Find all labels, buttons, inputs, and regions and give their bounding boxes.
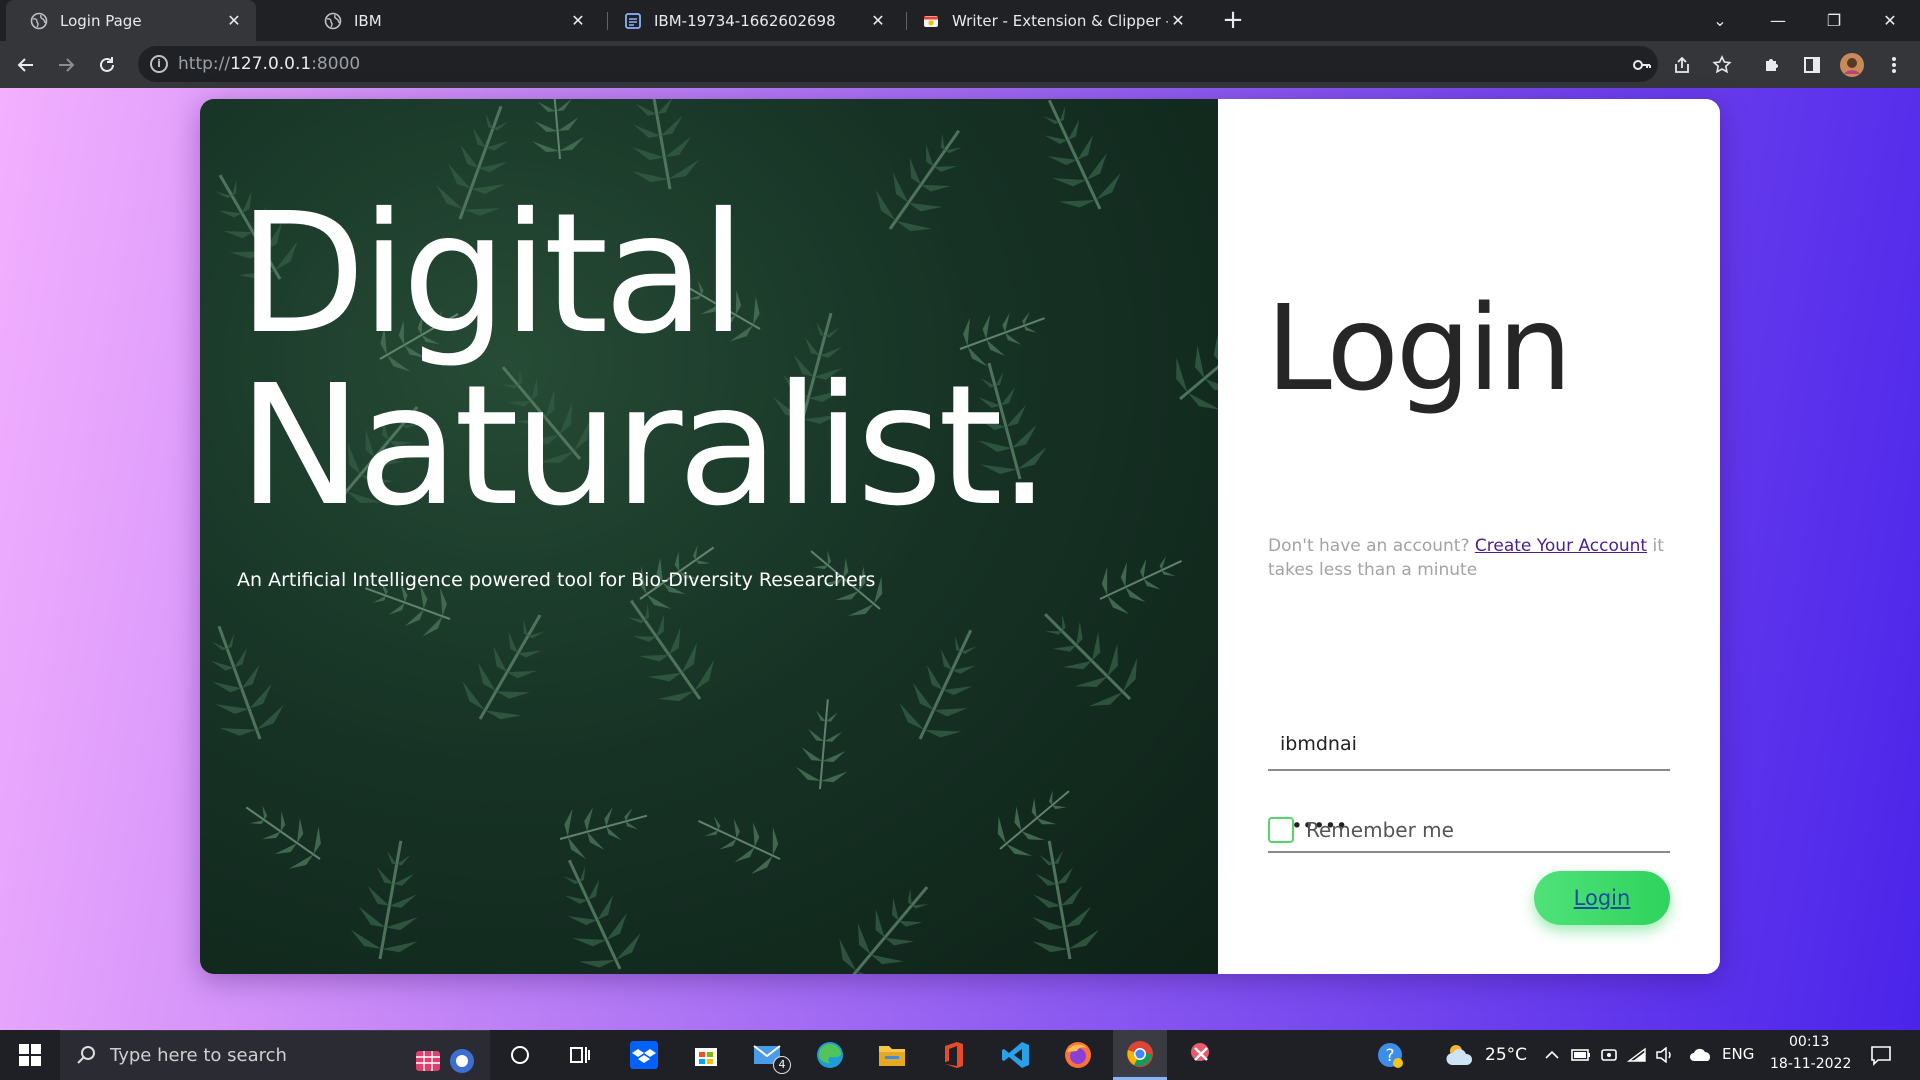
- firefox-icon[interactable]: [1051, 1030, 1105, 1080]
- tab-title: Writer - Extension & Clipper - Ch: [952, 11, 1168, 30]
- key-icon[interactable]: [1630, 53, 1654, 77]
- microsoft-store-icon[interactable]: [679, 1030, 733, 1080]
- remember-me-checkbox[interactable]: [1268, 817, 1294, 843]
- close-tab-icon[interactable]: ✕: [224, 11, 244, 31]
- tab-ibm[interactable]: IBM ✕: [300, 0, 600, 41]
- signup-prompt: Don't have an account? Create Your Accou…: [1268, 536, 1664, 580]
- create-account-link[interactable]: Create Your Account: [1475, 536, 1647, 556]
- show-hidden-icons-chevron-icon[interactable]: [1540, 1030, 1564, 1080]
- windows-taskbar: Type here to search 4 ? 25°C ENG 00:13 1…: [0, 1030, 1920, 1080]
- tab-search-chevron-icon[interactable]: ⌄: [1692, 0, 1748, 41]
- cortana-icon[interactable]: [493, 1030, 547, 1080]
- tab-login-page[interactable]: Login Page ✕: [6, 0, 256, 41]
- taskbar-search-box[interactable]: Type here to search: [60, 1030, 490, 1080]
- wifi-icon[interactable]: [1624, 1030, 1650, 1080]
- clock-time[interactable]: 00:13: [1789, 1034, 1829, 1050]
- tab-title: IBM-19734-1662602698: [654, 11, 836, 30]
- restore-button[interactable]: ❐: [1806, 0, 1862, 41]
- forward-button[interactable]: [50, 49, 82, 81]
- site-info-icon[interactable]: i: [150, 55, 168, 73]
- mail-badge: 4: [773, 1056, 791, 1074]
- tab-writer-extension[interactable]: Writer - Extension & Clipper - Ch ✕: [898, 0, 1200, 41]
- close-window-button[interactable]: ✕: [1862, 0, 1918, 41]
- battery-icon[interactable]: [1568, 1030, 1594, 1080]
- remember-me-control[interactable]: Remember me: [1268, 817, 1454, 843]
- login-form-panel: Login Don't have an account? Create Your…: [1218, 99, 1720, 974]
- chrome-icon[interactable]: [1113, 1030, 1167, 1080]
- profile-avatar[interactable]: [1840, 53, 1864, 77]
- start-button[interactable]: [0, 1030, 60, 1080]
- hero-title-line2: Naturalist.: [238, 350, 1051, 543]
- hero-panel: Digital Naturalist. An Artificial Intell…: [200, 99, 1218, 974]
- tab-title: Login Page: [60, 11, 142, 30]
- minimize-button[interactable]: —: [1750, 0, 1806, 41]
- browser-tab-strip: Login Page ✕ IBM ✕ IBM-19734-1662602698 …: [0, 0, 1920, 41]
- bookmark-star-icon[interactable]: [1710, 53, 1734, 77]
- dropbox-icon[interactable]: [617, 1030, 671, 1080]
- reload-button[interactable]: [91, 49, 123, 81]
- address-bar[interactable]: i http://127.0.0.1:8000: [138, 46, 1658, 82]
- search-placeholder: Type here to search: [110, 1045, 287, 1066]
- search-icon: [77, 1046, 95, 1064]
- close-tab-icon[interactable]: ✕: [568, 11, 588, 31]
- browser-toolbar: i http://127.0.0.1:8000: [0, 41, 1920, 88]
- windows-logo-icon: [19, 1044, 41, 1066]
- input-language[interactable]: ENG: [1722, 1045, 1754, 1063]
- vscode-icon[interactable]: [989, 1030, 1043, 1080]
- task-view-icon[interactable]: [553, 1030, 607, 1080]
- hero-title: Digital Naturalist.: [238, 178, 1051, 543]
- new-tab-button[interactable]: +: [1220, 7, 1246, 34]
- login-heading: Login: [1266, 279, 1572, 417]
- writer-icon: [922, 12, 940, 30]
- close-tab-icon[interactable]: ✕: [868, 11, 888, 31]
- onedrive-cloud-icon[interactable]: [1686, 1030, 1716, 1080]
- login-card: Digital Naturalist. An Artificial Intell…: [200, 99, 1720, 974]
- help-icon[interactable]: ?: [1370, 1030, 1410, 1080]
- hero-title-line1: Digital: [238, 178, 746, 371]
- globe-icon: [30, 12, 48, 30]
- weather-cloud-sun-icon[interactable]: [1440, 1030, 1480, 1080]
- search-highlight-icon: [416, 1049, 474, 1073]
- mail-icon[interactable]: 4: [741, 1030, 795, 1080]
- page-background: Digital Naturalist. An Artificial Intell…: [0, 88, 1920, 1030]
- login-submit-button[interactable]: Login: [1534, 871, 1670, 925]
- tab-ibm-document[interactable]: IBM-19734-1662602698 ✕: [600, 0, 900, 41]
- globe-icon: [324, 12, 342, 30]
- weather-temperature[interactable]: 25°C: [1485, 1045, 1527, 1065]
- url-text[interactable]: http://127.0.0.1:8000: [178, 54, 360, 74]
- tab-title: IBM: [354, 11, 382, 30]
- side-panel-icon[interactable]: [1800, 53, 1824, 77]
- snipping-tool-icon[interactable]: [1175, 1030, 1229, 1080]
- document-icon: [624, 12, 642, 30]
- extensions-puzzle-icon[interactable]: [1760, 53, 1784, 77]
- back-button[interactable]: [10, 49, 42, 81]
- browser-menu-icon[interactable]: [1882, 53, 1906, 77]
- share-icon[interactable]: [1670, 53, 1694, 77]
- meet-now-icon[interactable]: [1596, 1030, 1622, 1080]
- volume-icon[interactable]: [1652, 1030, 1678, 1080]
- file-explorer-icon[interactable]: [865, 1030, 919, 1080]
- edge-browser-icon[interactable]: [803, 1030, 857, 1080]
- hero-subtitle: An Artificial Intelligence powered tool …: [237, 569, 876, 591]
- clock-date[interactable]: 18-11-2022: [1770, 1056, 1851, 1072]
- office-icon[interactable]: [927, 1030, 981, 1080]
- notifications-icon[interactable]: [1856, 1030, 1906, 1080]
- remember-me-label: Remember me: [1306, 818, 1454, 842]
- username-input[interactable]: [1268, 719, 1670, 771]
- close-tab-icon[interactable]: ✕: [1168, 11, 1188, 31]
